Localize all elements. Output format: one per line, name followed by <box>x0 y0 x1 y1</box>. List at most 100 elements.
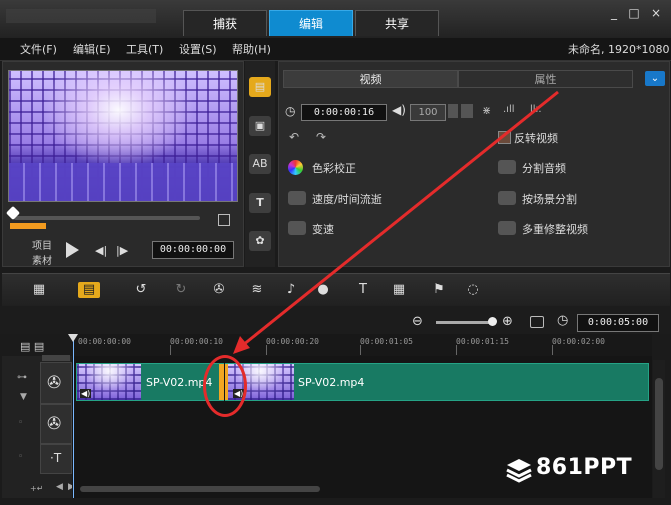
options-tab-properties[interactable]: 属性 <box>458 70 633 88</box>
overlay-reel-icon: ✇ <box>47 414 62 434</box>
zoom-in-icon[interactable]: ⊕ <box>502 314 513 329</box>
play-button[interactable] <box>66 242 79 258</box>
volume-icon: ◀) <box>392 103 406 117</box>
options-tab-video[interactable]: 视频 <box>283 70 458 88</box>
undo-icon[interactable]: ↺ <box>130 282 152 298</box>
reverse-video-option[interactable]: 反转视频 <box>514 130 558 146</box>
clip-filename: SP-V02.mp4 <box>298 376 365 389</box>
playhead[interactable] <box>73 336 74 498</box>
fade-icon[interactable]: ⋇ <box>482 104 491 117</box>
scroll-left-icon[interactable]: ◀ <box>56 482 63 492</box>
menu-help[interactable]: 帮助(H) <box>232 41 271 57</box>
ruler-tick-label: 00:00:00:10 <box>170 337 223 346</box>
rotate-right-icon[interactable]: ↷ <box>316 130 326 144</box>
close-icon[interactable]: × <box>648 6 664 20</box>
menu-tools[interactable]: 工具(T) <box>126 41 163 57</box>
trim-range-marker[interactable] <box>10 223 46 229</box>
split-audio-option[interactable]: 分割音频 <box>522 160 566 176</box>
instant-project-icon[interactable]: ▣ <box>249 116 271 136</box>
variable-speed-option[interactable]: 变速 <box>312 221 334 237</box>
fit-to-window-icon[interactable] <box>530 316 544 328</box>
menu-edit[interactable]: 编辑(E) <box>73 41 111 57</box>
project-info: 未命名, 1920*1080 <box>568 43 670 56</box>
tab-capture[interactable]: 捕获 <box>183 10 267 36</box>
redo-icon[interactable]: ↻ <box>170 282 192 298</box>
resize-preview-icon[interactable] <box>218 214 230 226</box>
fade-in-icon[interactable]: .ıll <box>503 104 515 115</box>
watermark-text: 861PPT <box>536 455 633 480</box>
horizontal-scrollbar[interactable] <box>80 486 320 492</box>
auto-music-icon[interactable]: ♪ <box>280 282 302 298</box>
track-manager-icon[interactable]: ▤ ▤ <box>20 340 44 353</box>
next-frame-icon[interactable]: |▶ <box>116 244 128 257</box>
rotate-left-icon[interactable]: ↶ <box>289 130 299 144</box>
preview-floor <box>9 163 237 201</box>
maximize-icon[interactable]: □ <box>626 6 642 20</box>
sound-mixer-icon[interactable]: ≋ <box>246 282 268 298</box>
multi-trim-video-option[interactable]: 多重修整视频 <box>522 221 588 237</box>
mode-project[interactable]: 项目 <box>32 237 52 252</box>
track-expand-icon[interactable]: ▼ <box>20 392 27 402</box>
multi-trim-icon[interactable] <box>498 221 516 235</box>
motion-tracking-icon[interactable]: ● <box>312 282 334 298</box>
scrub-bar[interactable] <box>14 216 200 220</box>
media-icon[interactable]: ▤ <box>249 77 271 97</box>
reverse-video-checkbox[interactable] <box>498 131 511 144</box>
clock-icon: ◷ <box>285 104 296 118</box>
ruler-tick <box>552 345 553 355</box>
overlay-track-lock-icon[interactable]: ◦ <box>18 418 23 428</box>
film-reel-icon: ✇ <box>47 373 62 393</box>
split-by-scene-icon[interactable] <box>498 191 516 205</box>
mode-clip[interactable]: 素材 <box>32 252 52 267</box>
fade-out-icon[interactable]: llı. <box>530 104 542 115</box>
app-logo <box>6 9 156 23</box>
vertical-scrollbar-thumb[interactable] <box>655 378 663 470</box>
menu-settings[interactable]: 设置(S) <box>179 41 217 57</box>
fit-project-icon[interactable]: ◌ <box>462 282 484 298</box>
collapse-options-icon[interactable]: ⌄ <box>645 71 665 86</box>
project-duration[interactable]: 0:00:05:00 <box>577 314 659 332</box>
ruler-tick <box>360 345 361 355</box>
title-track-lock-icon[interactable]: ◦ <box>18 452 23 462</box>
ruler-tick <box>170 345 171 355</box>
timeline-toolbar <box>2 273 670 307</box>
zoom-slider-handle[interactable] <box>488 317 497 326</box>
title-track-icon: ·T <box>50 451 62 465</box>
volume-stepper[interactable] <box>448 104 458 118</box>
title-icon[interactable]: T <box>249 193 271 213</box>
record-capture-icon[interactable]: ✇ <box>208 282 230 298</box>
menu-file[interactable]: 文件(F) <box>20 41 57 57</box>
add-track-control[interactable] <box>42 355 70 361</box>
tab-share[interactable]: 共享 <box>355 10 439 36</box>
tab-edit[interactable]: 编辑 <box>269 10 353 36</box>
smart-proxy-icon[interactable]: ⚑ <box>428 282 450 298</box>
track-lock-icon[interactable]: ⊶ <box>17 372 27 383</box>
zoom-out-icon[interactable]: ⊖ <box>412 314 423 329</box>
volume-field[interactable]: 100 <box>410 104 446 121</box>
video-preview <box>8 70 238 202</box>
mute-icon[interactable] <box>461 104 473 118</box>
preview-timecode[interactable]: 00:00:00:00 <box>152 241 234 259</box>
speed-time-lapse-option[interactable]: 速度/时间流逝 <box>312 191 382 207</box>
ruler-tick-label: 00:00:02:00 <box>552 337 605 346</box>
clip-duration-field[interactable]: 0:00:00:16 <box>301 104 387 121</box>
ruler-tick <box>266 345 267 355</box>
zoom-slider[interactable] <box>436 321 492 324</box>
minimize-icon[interactable]: _ <box>606 6 622 20</box>
audio-indicator-icon: ◀) <box>80 389 92 398</box>
graphic-icon[interactable]: ✿ <box>249 231 271 251</box>
timeline-view-icon[interactable]: ▤ <box>78 282 100 298</box>
color-correction-icon[interactable] <box>288 160 303 175</box>
previous-frame-icon[interactable]: ◀| <box>95 244 107 257</box>
add-track-icon[interactable]: +↵ <box>30 484 43 493</box>
color-correction-option[interactable]: 色彩校正 <box>312 160 356 176</box>
zoom-row <box>0 306 671 334</box>
split-by-scene-option[interactable]: 按场景分割 <box>522 191 577 207</box>
multi-camera-icon[interactable]: ▦ <box>388 282 410 298</box>
storyboard-view-icon[interactable]: ▦ <box>28 282 50 298</box>
subtitle-editor-icon[interactable]: T <box>352 282 374 298</box>
speed-icon[interactable] <box>288 191 306 205</box>
variable-speed-icon[interactable] <box>288 221 306 235</box>
split-audio-icon[interactable] <box>498 160 516 174</box>
transition-icon[interactable]: AB <box>249 154 271 174</box>
